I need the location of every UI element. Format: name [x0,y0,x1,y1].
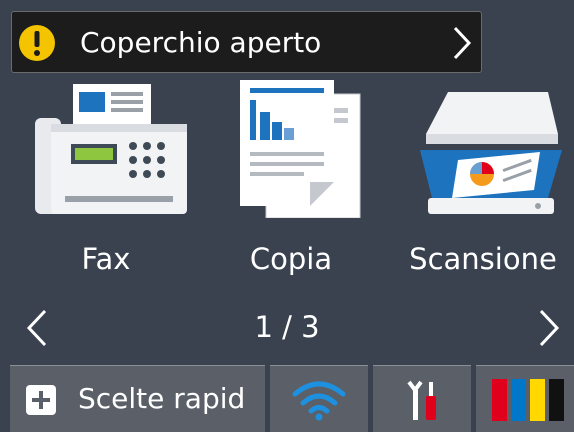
scan-label: Scansione [409,242,557,276]
tools-icon [407,380,436,420]
alert-bar[interactable]: Coperchio aperto [11,11,482,73]
wifi-button[interactable] [270,365,368,432]
fax-tile[interactable]: Fax [15,78,197,288]
shortcuts-label: Scelte rapid [78,382,246,415]
copy-tile[interactable]: Copia [200,78,382,288]
fax-label: Fax [81,242,131,276]
ink-button[interactable] [476,365,574,432]
bottom-bar: Scelte rapid [0,365,574,432]
wifi-icon [292,381,346,421]
chevron-right-icon [453,26,472,60]
copy-label: Copia [249,242,333,276]
fax-icon [35,84,187,214]
settings-button[interactable] [373,365,471,432]
plus-icon [26,385,56,415]
alert-message: Coperchio aperto [80,26,322,59]
page-indicator: 1 / 3 [254,310,320,344]
scanner-icon [420,92,562,214]
ink-levels-icon [492,379,564,421]
copy-icon [240,80,361,218]
chevron-right-icon[interactable] [538,308,560,348]
shortcuts-button[interactable]: Scelte rapid [10,365,265,432]
exclamation-icon [19,25,55,61]
pager: 1 / 3 [0,298,574,356]
scan-tile[interactable]: Scansione [392,78,574,288]
